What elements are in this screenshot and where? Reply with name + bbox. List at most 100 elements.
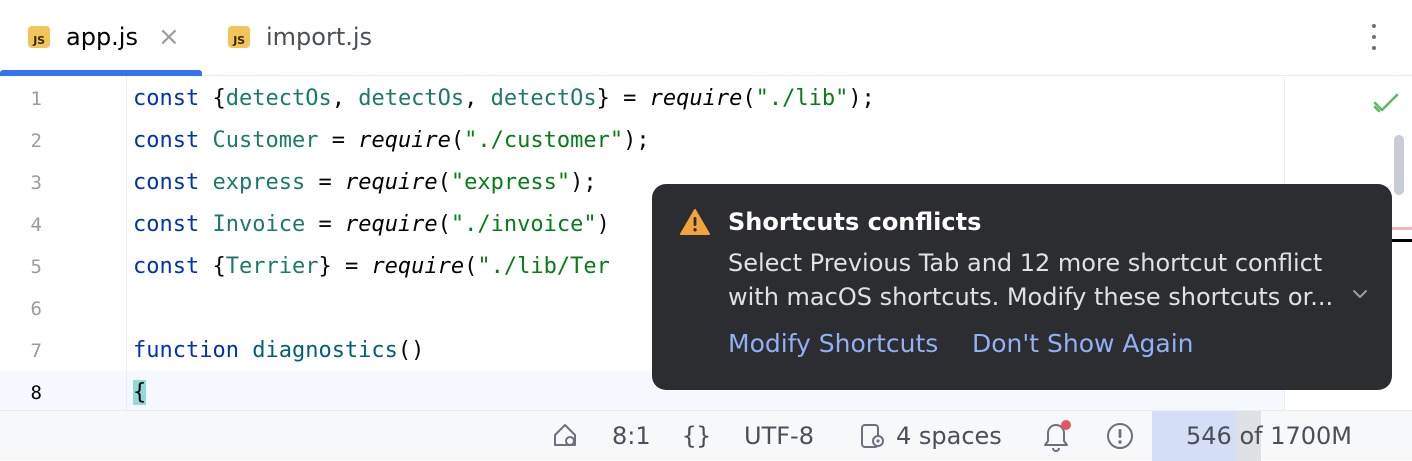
active-tab-indicator bbox=[0, 70, 202, 76]
problems-icon bbox=[1107, 423, 1133, 449]
line-number[interactable]: 4 bbox=[0, 204, 42, 246]
code-token: ); bbox=[848, 86, 875, 111]
code-token: require bbox=[371, 254, 465, 279]
problems-button[interactable] bbox=[1104, 411, 1136, 461]
code-token: require bbox=[344, 170, 438, 195]
code-token: const bbox=[133, 254, 200, 279]
bell-icon bbox=[1044, 420, 1071, 452]
code-token: "./lib" bbox=[755, 86, 849, 111]
line-number[interactable]: 7 bbox=[0, 330, 42, 372]
code-token: ) bbox=[596, 212, 610, 237]
notification-body: Select Previous Tab and 12 more shortcut… bbox=[728, 246, 1364, 314]
line-number[interactable]: 1 bbox=[0, 78, 42, 120]
notifications-button[interactable] bbox=[1040, 411, 1072, 461]
code-token: require bbox=[358, 128, 451, 153]
javascript-file-icon: JS bbox=[228, 26, 250, 48]
memory-label: 546 of 1700M bbox=[1186, 422, 1352, 450]
code-token: ); bbox=[623, 128, 650, 153]
code-token: function bbox=[133, 338, 239, 363]
line-number[interactable]: 3 bbox=[0, 162, 42, 204]
code-line[interactable]: const express = require("express"); bbox=[133, 162, 597, 204]
code-token: ); bbox=[570, 170, 597, 195]
code-token: detectOs bbox=[225, 86, 332, 111]
code-token: ( bbox=[450, 128, 465, 153]
code-token: = bbox=[305, 170, 345, 195]
code-token: = bbox=[305, 212, 345, 237]
code-token: () bbox=[397, 338, 425, 363]
notification-body-line: with macOS shortcuts. Modify these short… bbox=[728, 283, 1334, 311]
code-token: "./lib/Ter bbox=[477, 254, 610, 279]
close-tab-icon[interactable]: × bbox=[158, 22, 180, 52]
code-token: Invoice bbox=[212, 212, 306, 237]
code-token: ( bbox=[437, 212, 451, 237]
code-token: } = bbox=[596, 86, 650, 111]
more-options-icon[interactable] bbox=[1362, 22, 1386, 52]
notification-body-line: Select Previous Tab and 12 more shortcut… bbox=[728, 249, 1323, 277]
code-line[interactable]: const {detectOs, detectOs, detectOs} = r… bbox=[133, 78, 875, 120]
code-token: "express" bbox=[450, 170, 571, 195]
code-token: { bbox=[199, 86, 226, 111]
code-token: express bbox=[212, 170, 306, 195]
tab-label: app.js bbox=[66, 23, 138, 51]
line-number[interactable]: 8 bbox=[0, 372, 42, 414]
code-token: "./invoice" bbox=[450, 212, 597, 237]
code-line[interactable]: const {Terrier} = require("./lib/Ter bbox=[133, 246, 610, 288]
dont-show-again-link[interactable]: Don't Show Again bbox=[972, 327, 1194, 361]
memory-indicator[interactable]: 546 of 1700M bbox=[1152, 411, 1412, 461]
code-token: const bbox=[133, 86, 200, 111]
code-token: diagnostics bbox=[252, 338, 398, 363]
modify-shortcuts-link[interactable]: Modify Shortcuts bbox=[728, 327, 938, 361]
code-token: ( bbox=[742, 86, 756, 111]
code-token: ( bbox=[464, 254, 478, 279]
code-token: detectOs bbox=[358, 86, 465, 111]
code-token: , bbox=[331, 86, 359, 111]
tab-label: import.js bbox=[266, 23, 373, 51]
status-bar: 8:1 {} UTF-8 4 spaces 546 of 1700M bbox=[0, 410, 1412, 461]
line-number[interactable]: 5 bbox=[0, 246, 42, 288]
notification-title: Shortcuts conflicts bbox=[728, 208, 982, 236]
vcs-branch-icon bbox=[554, 424, 576, 446]
indent-settings-icon bbox=[861, 424, 884, 448]
vertical-scrollbar[interactable] bbox=[1394, 135, 1404, 195]
code-line[interactable]: { bbox=[133, 372, 147, 414]
code-token: Terrier bbox=[225, 254, 319, 279]
code-style-widget[interactable]: {} bbox=[682, 411, 711, 461]
file-encoding[interactable]: UTF-8 bbox=[744, 411, 814, 461]
caret-position[interactable]: 8:1 bbox=[612, 411, 651, 461]
code-token: = bbox=[318, 128, 359, 153]
shortcuts-conflict-notification: Shortcuts conflicts Select Previous Tab … bbox=[652, 184, 1392, 390]
code-token: { bbox=[199, 254, 226, 279]
code-token: { bbox=[133, 380, 147, 405]
javascript-file-icon: JS bbox=[28, 26, 50, 48]
line-number-gutter[interactable]: 12345678 bbox=[0, 77, 127, 410]
tab-app-js[interactable]: JS app.js × bbox=[0, 0, 202, 76]
indent-widget[interactable]: 4 spaces bbox=[858, 411, 1002, 461]
tab-import-js[interactable]: JS import.js bbox=[214, 0, 404, 76]
code-token: ( bbox=[437, 170, 451, 195]
code-token: detectOs bbox=[490, 86, 597, 111]
chevron-down-icon[interactable] bbox=[1352, 288, 1368, 300]
line-number[interactable]: 6 bbox=[0, 288, 42, 330]
code-token: require bbox=[649, 86, 743, 111]
no-problems-check-icon[interactable] bbox=[1372, 91, 1400, 115]
code-token: , bbox=[464, 86, 491, 111]
code-token: Customer bbox=[212, 128, 319, 153]
code-token: const bbox=[133, 212, 200, 237]
code-token: const bbox=[133, 170, 200, 195]
code-line[interactable]: function diagnostics() bbox=[133, 330, 424, 372]
warning-icon bbox=[680, 209, 710, 235]
code-token: "./customer" bbox=[464, 128, 624, 153]
code-token: const bbox=[133, 128, 200, 153]
editor-tab-bar: JS app.js × JS import.js bbox=[0, 0, 1412, 76]
code-line[interactable]: const Invoice = require("./invoice") bbox=[133, 204, 610, 246]
caret-stripe-mark[interactable] bbox=[1390, 239, 1412, 242]
line-number[interactable]: 2 bbox=[0, 120, 42, 162]
code-token: require bbox=[344, 212, 438, 237]
code-token: } = bbox=[318, 254, 372, 279]
code-line[interactable]: const Customer = require("./customer"); bbox=[133, 120, 650, 162]
vcs-widget[interactable] bbox=[550, 411, 580, 461]
error-stripe-mark[interactable] bbox=[1390, 227, 1412, 230]
